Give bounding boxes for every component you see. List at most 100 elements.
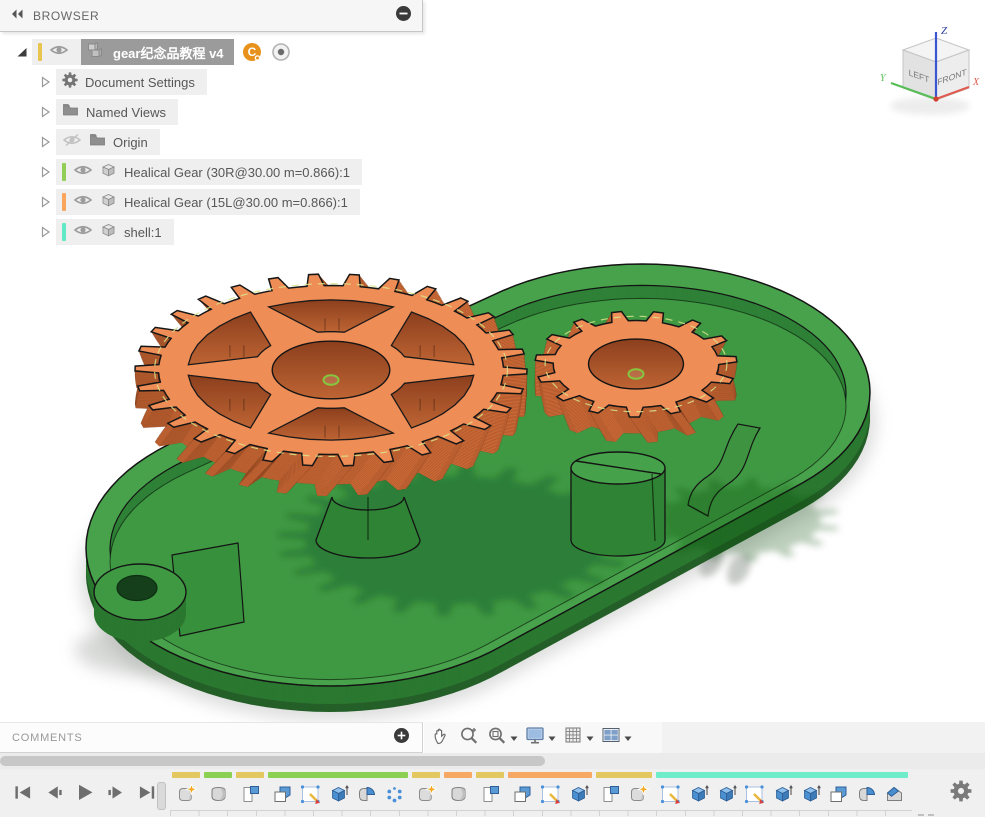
split-view-icon	[600, 724, 622, 751]
timeline-feature-revolve[interactable]	[352, 781, 380, 808]
timeline-feature-box[interactable]	[508, 781, 536, 808]
body-color-swatch[interactable]	[62, 223, 66, 241]
timeline-feature-new-component[interactable]	[412, 781, 440, 808]
eye-off-icon[interactable]	[62, 133, 82, 152]
activate-component-radio[interactable]	[271, 42, 291, 62]
fit-tool[interactable]	[486, 724, 518, 751]
body-cube-icon	[100, 192, 117, 213]
timeline-feature-new-component[interactable]	[172, 781, 200, 808]
cloud-sync-status-icon[interactable]: C	[242, 42, 263, 63]
tree-item-chip: Named Views	[56, 99, 178, 125]
tree-item-chip: Document Settings	[56, 69, 207, 95]
eye-icon[interactable]	[73, 163, 93, 182]
timeline-feature-sketch[interactable]	[536, 781, 564, 808]
panel-collapse-icon[interactable]	[10, 7, 24, 25]
timeline-feature-circular-pattern[interactable]	[380, 781, 408, 808]
tree-item-shell-1[interactable]: shell:1	[0, 217, 423, 247]
pan-tool[interactable]	[430, 724, 452, 751]
timeline-feature-construction-plane[interactable]	[236, 781, 264, 808]
timeline-group-bar	[508, 772, 592, 778]
timeline-feature-extrude[interactable]	[796, 781, 824, 808]
timeline-feature-revolve[interactable]	[852, 781, 880, 808]
tree-item-named-views[interactable]: Named Views	[0, 97, 423, 127]
tree-item-label: Healical Gear (30R@30.00 m=0.866):1	[124, 165, 350, 180]
timeline-position-marker[interactable]	[157, 782, 166, 810]
expand-icon[interactable]	[40, 166, 56, 178]
tree-item-origin[interactable]: Origin	[0, 127, 423, 157]
timeline-ruler	[170, 810, 912, 817]
timeline-feature-box[interactable]	[268, 781, 296, 808]
display-settings-tool[interactable]	[524, 724, 556, 751]
timeline-feature-body[interactable]	[444, 781, 472, 808]
viewports-tool[interactable]	[600, 724, 632, 751]
timeline-feature-extrude[interactable]	[768, 781, 796, 808]
timeline-group-bar	[268, 772, 408, 778]
timeline-feature-extrude[interactable]	[684, 781, 712, 808]
browser-header: BROWSER	[0, 0, 423, 32]
right-gear-post[interactable]	[571, 452, 665, 556]
timeline-feature-construction-plane[interactable]	[596, 781, 624, 808]
timeline-group-bar	[236, 772, 264, 778]
eye-icon[interactable]	[73, 193, 93, 212]
root-visibility-chip	[32, 39, 81, 65]
tab-hole	[117, 576, 157, 601]
folder-icon	[62, 102, 79, 122]
timeline-feature-sketch[interactable]	[656, 781, 684, 808]
timeline-feature-chamfer[interactable]	[880, 781, 908, 808]
expand-icon[interactable]	[40, 136, 56, 148]
timeline-group	[172, 772, 200, 808]
navigation-toolbar	[424, 722, 662, 753]
dropdown-caret-icon[interactable]	[548, 729, 556, 747]
body-cube-icon	[100, 222, 117, 243]
expand-icon[interactable]	[40, 106, 56, 118]
tree-root-row[interactable]: gear纪念品教程 v4 C	[0, 37, 423, 67]
timeline-group	[596, 772, 652, 808]
skip-to-start-button[interactable]	[14, 785, 32, 800]
expand-icon[interactable]	[40, 76, 56, 88]
timeline-group-bar	[596, 772, 652, 778]
add-comment-button[interactable]	[393, 727, 410, 749]
timeline-feature-new-component[interactable]	[624, 781, 652, 808]
skip-to-end-button[interactable]	[138, 785, 156, 800]
tree-item-chip: Healical Gear (30R@30.00 m=0.866):1	[56, 159, 362, 185]
zoom-tool[interactable]	[458, 724, 480, 751]
left-gear-post[interactable]	[316, 497, 420, 558]
timeline-feature-extrude[interactable]	[712, 781, 740, 808]
panel-minimize-icon[interactable]	[395, 5, 412, 27]
view-cube[interactable]: LEFTFRONTZYX	[880, 25, 980, 115]
root-selected[interactable]: gear纪念品教程 v4	[81, 39, 234, 65]
timeline-feature-extrude[interactable]	[324, 781, 352, 808]
body-color-swatch[interactable]	[62, 193, 66, 211]
grid-and-snaps-tool[interactable]	[562, 724, 594, 751]
timeline-settings-gear-icon[interactable]	[950, 780, 972, 807]
dropdown-caret-icon[interactable]	[586, 729, 594, 747]
browser-tree: gear纪念品教程 v4 C Document Settings Named View…	[0, 32, 423, 247]
tree-item-healical-gear-30r-30-00-m-0-866-1[interactable]: Healical Gear (30R@30.00 m=0.866):1	[0, 157, 423, 187]
tree-item-document-settings[interactable]: Document Settings	[0, 67, 423, 97]
dropdown-caret-icon[interactable]	[624, 729, 632, 747]
timeline-feature-construction-plane[interactable]	[476, 781, 504, 808]
timeline-scrollbar-thumb[interactable]	[0, 756, 545, 766]
timeline-feature-body[interactable]	[204, 781, 232, 808]
play-button[interactable]	[76, 784, 94, 801]
tree-item-label: Named Views	[86, 105, 166, 120]
origin-marker	[324, 375, 339, 385]
eye-icon[interactable]	[49, 43, 69, 62]
tree-item-healical-gear-15l-30-00-m-0-866-1[interactable]: Healical Gear (15L@30.00 m=0.866):1	[0, 187, 423, 217]
timeline-group-bar	[204, 772, 232, 778]
timeline-feature-sketch[interactable]	[296, 781, 324, 808]
component-color-swatch[interactable]	[38, 43, 42, 61]
expand-icon[interactable]	[40, 226, 56, 238]
expand-icon[interactable]	[40, 196, 56, 208]
eye-icon[interactable]	[73, 223, 93, 242]
expand-collapse-icon[interactable]	[16, 46, 32, 58]
body-color-swatch[interactable]	[62, 163, 66, 181]
step-back-button[interactable]	[45, 785, 63, 800]
dropdown-caret-icon[interactable]	[510, 729, 518, 747]
timeline-feature-sketch[interactable]	[740, 781, 768, 808]
timeline-group	[236, 772, 264, 808]
timeline-feature-extrude[interactable]	[564, 781, 592, 808]
timeline-feature-box[interactable]	[824, 781, 852, 808]
origin-dot	[933, 96, 938, 101]
step-forward-button[interactable]	[107, 785, 125, 800]
